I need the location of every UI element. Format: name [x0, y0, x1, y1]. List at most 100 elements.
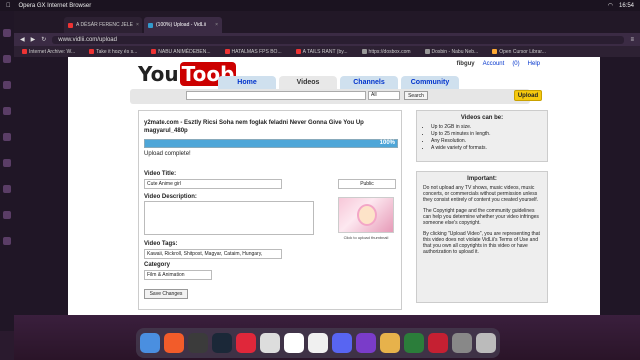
description-label: Video Description: — [144, 194, 197, 200]
game-icon[interactable] — [380, 333, 400, 353]
important-paragraph: The Copyright page and the community gui… — [423, 208, 539, 226]
dock — [136, 328, 500, 358]
important-title: Important: — [467, 176, 497, 182]
home-icon[interactable] — [3, 29, 11, 37]
thumbnail-image[interactable] — [338, 197, 394, 233]
account-link[interactable]: Account — [483, 61, 505, 67]
safari-icon[interactable] — [308, 333, 328, 353]
wifi-icon[interactable]: ◠ — [608, 2, 613, 9]
bookmark-icon — [295, 48, 301, 54]
opera-gx-icon[interactable] — [428, 333, 448, 353]
thumbnail-caption[interactable]: Click to upload thumbnail — [338, 235, 394, 240]
progress-label: 100% — [379, 140, 395, 146]
close-icon[interactable]: × — [136, 22, 139, 28]
youtube-icon — [68, 22, 73, 28]
menu-icon[interactable]: ≡ — [630, 37, 634, 43]
save-changes-button[interactable]: Save Changes — [144, 289, 188, 299]
tab-bar: A DÉSÁR FERENC JELE × (100%) Upload - Vi… — [14, 11, 640, 33]
username[interactable]: fibguy — [457, 61, 475, 67]
privacy-select[interactable]: Public — [338, 179, 396, 189]
tab-label: (100%) Upload - VidLii — [156, 22, 206, 28]
minecraft-icon[interactable] — [404, 333, 424, 353]
tab-0[interactable]: A DÉSÁR FERENC JELE × — [64, 17, 142, 33]
address-bar: ◀ ▶ ↻ www.vidlii.com/upload ≡ — [14, 33, 640, 46]
twitch-icon[interactable] — [3, 55, 11, 63]
tags-input[interactable]: Kawaii, Rickroll, Shitpost, Magyar, Cata… — [144, 249, 282, 259]
url-input[interactable]: www.vidlii.com/upload — [52, 35, 625, 44]
brave-icon[interactable] — [164, 333, 184, 353]
bookmark-item[interactable]: Open Cursor Librar... — [492, 49, 546, 55]
opera-icon[interactable] — [236, 333, 256, 353]
app-icon[interactable] — [452, 333, 472, 353]
bookmark-item[interactable]: Internet Archive: W... — [22, 49, 75, 55]
main-nav: Home Videos Channels Community — [218, 76, 459, 89]
inbox-link[interactable]: (0) — [512, 61, 519, 67]
bookmark-icon — [492, 48, 498, 54]
title-input[interactable]: Cute Anime girl — [144, 179, 282, 189]
help-link[interactable]: Help — [528, 61, 540, 67]
title-label: Video Title: — [144, 171, 177, 177]
upload-progress-bar: 100% — [144, 139, 398, 148]
search-button[interactable]: Search — [404, 91, 428, 100]
podcasts-icon[interactable] — [356, 333, 376, 353]
history-icon[interactable] — [3, 159, 11, 167]
back-icon[interactable]: ◀ — [20, 36, 25, 43]
trash-icon[interactable] — [476, 333, 496, 353]
calendar-icon[interactable] — [284, 333, 304, 353]
important-paragraph: Do not upload any TV shows, music videos… — [423, 185, 539, 203]
bookmark-icon — [151, 48, 157, 54]
finder-icon[interactable] — [140, 333, 160, 353]
bookmark-item[interactable]: A TAILS RANT (by... — [295, 48, 348, 55]
nav-home[interactable]: Home — [218, 76, 276, 89]
browser-sidebar — [0, 11, 14, 331]
videos-info-box: Videos can be: Up to 2GB in size. Up to … — [416, 110, 548, 162]
steam-icon[interactable] — [212, 333, 232, 353]
nav-videos[interactable]: Videos — [279, 76, 337, 89]
bookmark-item[interactable]: NABU ANIMÉDEBEN... — [151, 48, 211, 55]
bookmark-icon — [22, 48, 27, 54]
launchpad-icon[interactable] — [188, 333, 208, 353]
web-page: You Toob fibguy Account (0) Help Home Vid… — [68, 57, 600, 315]
upload-status: Upload complete! — [144, 151, 191, 157]
nav-community[interactable]: Community — [401, 76, 459, 89]
important-paragraph: By clicking "Upload Video", you are repr… — [423, 231, 540, 255]
page-margin — [14, 57, 68, 315]
upload-button[interactable]: Upload — [514, 90, 542, 101]
tags-label: Video Tags: — [144, 241, 178, 247]
messenger-icon[interactable] — [3, 237, 11, 245]
progress-fill — [145, 140, 397, 147]
search-category-select[interactable]: All — [368, 91, 400, 100]
bookmark-item[interactable]: https://dosbox.com — [361, 48, 411, 55]
reload-icon[interactable]: ↻ — [41, 36, 46, 43]
settings-icon[interactable] — [3, 185, 11, 193]
category-label: Category — [144, 262, 171, 268]
extensions-icon[interactable] — [3, 211, 11, 219]
videos-info-item: A wide variety of formats. — [431, 145, 547, 152]
apple-icon[interactable]:  — [6, 3, 11, 9]
discord-icon[interactable] — [3, 81, 11, 89]
user-links: fibguy Account (0) Help — [457, 61, 540, 67]
forward-icon[interactable]: ▶ — [31, 36, 36, 43]
category-select[interactable]: Film & Animation — [144, 270, 212, 280]
bookmark-icon — [361, 48, 367, 54]
tab-label: A DÉSÁR FERENC JELE — [76, 22, 133, 28]
bookmark-item[interactable]: Take it hozy és s... — [89, 49, 137, 55]
nav-channels[interactable]: Channels — [340, 76, 398, 89]
bookmark-icon — [224, 48, 230, 54]
search-input[interactable] — [186, 91, 366, 100]
bookmark-item[interactable]: HATALMAS FPS BO... — [224, 48, 282, 55]
videos-info-title: Videos can be: — [460, 115, 504, 121]
description-textarea[interactable] — [144, 201, 314, 235]
home-page-icon[interactable] — [3, 133, 11, 141]
videos-info-item: Up to 25 minutes in length. — [431, 131, 547, 138]
discord-icon[interactable] — [332, 333, 352, 353]
files-icon[interactable] — [260, 333, 280, 353]
app-name[interactable]: Opera GX Internet Browser — [19, 3, 92, 9]
tab-1[interactable]: (100%) Upload - VidLii × — [144, 17, 222, 33]
bookmark-icon — [89, 48, 95, 54]
clock[interactable]: 16:54 — [619, 3, 634, 9]
important-info-box: Important: Do not upload any TV shows, m… — [416, 171, 548, 303]
close-icon[interactable]: × — [215, 22, 218, 28]
music-icon[interactable] — [3, 107, 11, 115]
bookmark-item[interactable]: Dosbin - Nabu Neb... — [424, 49, 478, 55]
